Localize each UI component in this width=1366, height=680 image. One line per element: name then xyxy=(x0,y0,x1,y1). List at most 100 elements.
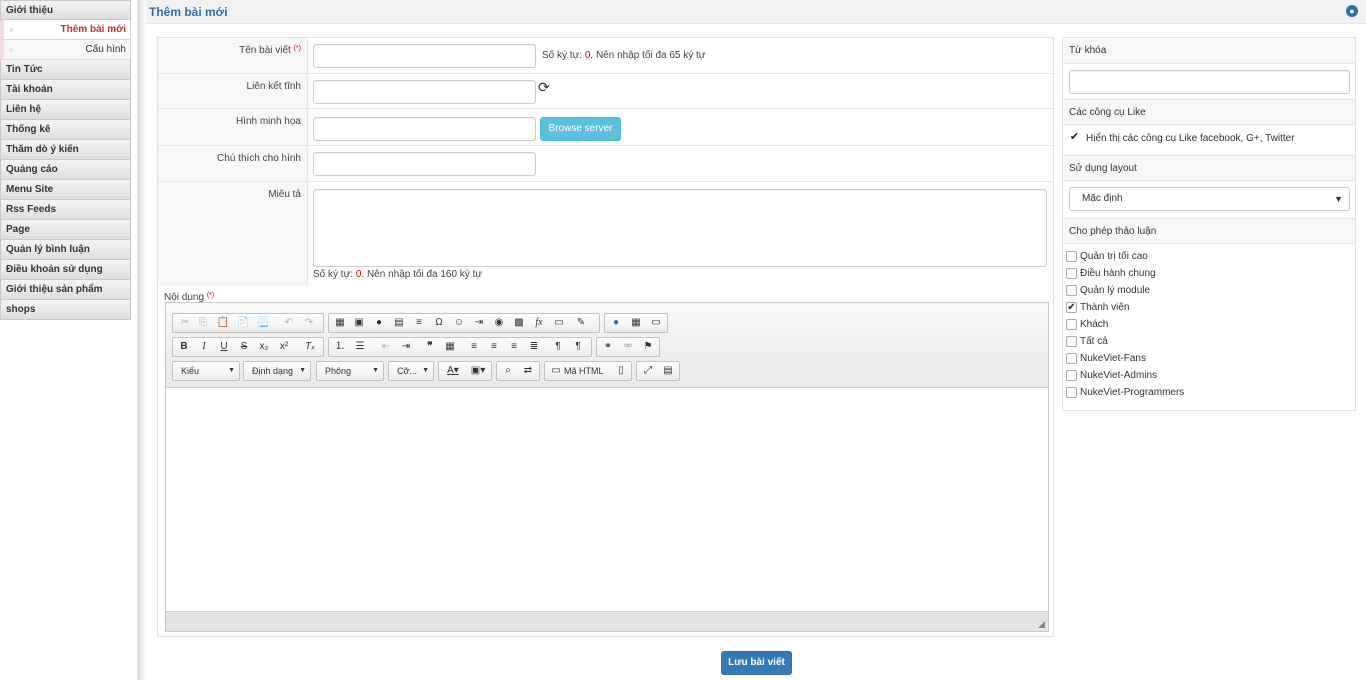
sidebar-subitem-cau-hinh[interactable]: « Cấu hình xyxy=(0,40,131,60)
title-input[interactable] xyxy=(313,44,536,68)
indent-icon[interactable]: ⇥ xyxy=(396,338,416,356)
refresh-icon[interactable]: ⟳ xyxy=(538,79,550,96)
align-left-icon[interactable]: ≡ xyxy=(464,338,484,356)
font-combo[interactable]: Phông ▼ xyxy=(316,361,384,381)
clipboard-group: ✂ ⎘ 📋 📄 📃 ↶ ↷ xyxy=(172,313,324,333)
resize-handle-icon[interactable] xyxy=(1038,621,1045,628)
like-tools-checkbox[interactable]: ✔ xyxy=(1069,132,1080,144)
sidebar-item-binh-luan[interactable]: Quản lý bình luận xyxy=(0,240,131,260)
formula-icon[interactable]: fx xyxy=(529,314,549,332)
bold-icon[interactable]: B xyxy=(174,338,194,356)
styles-combo[interactable]: Kiểu ▼ xyxy=(172,361,240,381)
sidebar-item-rss-feeds[interactable]: Rss Feeds xyxy=(0,200,131,220)
superscript-icon[interactable]: x² xyxy=(274,338,294,356)
replace-icon[interactable]: ⇄ xyxy=(518,362,538,380)
discussion-group-checkbox[interactable] xyxy=(1066,353,1077,364)
globe-icon[interactable]: ● xyxy=(1346,5,1358,17)
italic-icon[interactable]: I xyxy=(194,338,214,356)
youtube-icon[interactable]: ▩ xyxy=(509,314,529,332)
preview-icon[interactable]: ▯ xyxy=(611,362,631,380)
link-icon[interactable]: ⚭ xyxy=(598,338,618,356)
ltr-icon[interactable]: ¶ xyxy=(548,338,568,356)
format-combo[interactable]: Định dạng ▼ xyxy=(243,361,311,381)
outdent-icon[interactable]: ⇤ xyxy=(376,338,396,356)
sidebar-item-menu-site[interactable]: Menu Site xyxy=(0,180,131,200)
media-icon[interactable]: ▦ xyxy=(626,314,646,332)
sidebar-item-shops[interactable]: shops xyxy=(0,300,131,320)
find-icon[interactable]: ⌕ xyxy=(498,362,518,380)
rtl-icon[interactable]: ¶ xyxy=(568,338,588,356)
align-center-icon[interactable]: ≡ xyxy=(484,338,504,356)
paste-icon[interactable]: 📋 xyxy=(213,314,233,332)
text-color-icon[interactable]: A▾ xyxy=(441,362,465,380)
spellcheck-icon[interactable]: ✎ xyxy=(571,314,591,332)
pagebreak-icon[interactable]: ⇥ xyxy=(469,314,489,332)
sidebar-item-tham-do[interactable]: Thăm dò ý kiến xyxy=(0,140,131,160)
browse-server-button[interactable]: Browse server xyxy=(540,117,621,141)
maximize-icon[interactable]: ⤢ xyxy=(638,362,658,380)
undo-icon[interactable]: ↶ xyxy=(279,314,299,332)
remove-format-icon[interactable]: Tₓ xyxy=(300,338,320,356)
sidebar-item-lien-he[interactable]: Liên hệ xyxy=(0,100,131,120)
source-icon[interactable]: ▭ xyxy=(546,362,566,380)
flash-icon[interactable]: ● xyxy=(369,314,389,332)
source-label[interactable]: Mã HTML xyxy=(564,362,604,380)
table-icon[interactable]: ▤ xyxy=(389,314,409,332)
subscript-icon[interactable]: x₂ xyxy=(254,338,274,356)
sidebar-subitem-label: Cấu hình xyxy=(85,44,126,55)
template-icon[interactable]: ▭ xyxy=(549,314,569,332)
save-article-button[interactable]: Lưu bài viết xyxy=(721,651,792,675)
iframe-icon[interactable]: ◉ xyxy=(489,314,509,332)
show-blocks-icon[interactable]: ▤ xyxy=(658,362,678,380)
google-maps-icon[interactable]: ● xyxy=(606,314,626,332)
sidebar-item-dieu-khoan[interactable]: Điều khoản sử dụng xyxy=(0,260,131,280)
font-size-combo[interactable]: Cỡ... ▼ xyxy=(388,361,434,381)
discussion-group-checkbox[interactable] xyxy=(1066,285,1077,296)
align-justify-icon[interactable]: ≣ xyxy=(524,338,544,356)
caption-input[interactable] xyxy=(313,152,536,176)
sidebar-item-tin-tuc[interactable]: Tin Tức xyxy=(0,60,131,80)
discussion-group-checkbox[interactable] xyxy=(1066,268,1077,279)
redo-icon[interactable]: ↷ xyxy=(299,314,319,332)
align-right-icon[interactable]: ≡ xyxy=(504,338,524,356)
sidebar-item-page[interactable]: Page xyxy=(0,220,131,240)
discussion-group-checkbox[interactable] xyxy=(1066,387,1077,398)
layout-select[interactable]: Mặc định ▼ xyxy=(1069,187,1350,211)
sidebar-item-quang-cao[interactable]: Quảng cáo xyxy=(0,160,131,180)
paste-text-icon[interactable]: 📄 xyxy=(233,314,253,332)
editor-content-area[interactable] xyxy=(166,389,1048,612)
bulleted-list-icon[interactable]: ☰ xyxy=(350,338,370,356)
div-container-icon[interactable]: ▦ xyxy=(440,338,460,356)
code-icon[interactable]: ▭ xyxy=(646,314,666,332)
anchor-flag-icon[interactable]: ⚑ xyxy=(638,338,658,356)
discussion-group-checkbox[interactable] xyxy=(1066,370,1077,381)
image-icon[interactable]: ▣ xyxy=(349,314,369,332)
strike-icon[interactable]: S xyxy=(234,338,254,356)
description-textarea[interactable] xyxy=(313,189,1047,267)
sidebar-item-san-pham[interactable]: Giới thiệu sản phẩm xyxy=(0,280,131,300)
discussion-group-checkbox[interactable]: ✔ xyxy=(1066,302,1077,313)
keywords-input[interactable] xyxy=(1069,70,1350,94)
sidebar-item-gioi-thieu[interactable]: Giới thiệu xyxy=(0,0,131,20)
numbered-list-icon[interactable]: ⒈ xyxy=(330,338,350,356)
bg-color-icon[interactable]: ▣▾ xyxy=(466,362,490,380)
sidebar-item-tai-khoan[interactable]: Tài khoản xyxy=(0,80,131,100)
horizontal-line-icon[interactable]: ≡ xyxy=(409,314,429,332)
video-icon[interactable]: ▦ xyxy=(330,314,350,332)
smiley-icon[interactable]: ☺ xyxy=(449,314,469,332)
special-char-icon[interactable]: Ω xyxy=(429,314,449,332)
paste-word-icon[interactable]: 📃 xyxy=(253,314,273,332)
cut-icon[interactable]: ✂ xyxy=(175,314,195,332)
discussion-group-checkbox[interactable] xyxy=(1066,251,1077,262)
sidebar-subitem-them-bai-moi[interactable]: « Thêm bài mới xyxy=(0,20,131,40)
underline-icon[interactable]: U xyxy=(214,338,234,356)
discussion-group-checkbox[interactable] xyxy=(1066,336,1077,347)
discussion-group-checkbox[interactable] xyxy=(1066,319,1077,330)
alias-input[interactable] xyxy=(313,80,536,104)
sidebar-item-thong-ke[interactable]: Thống kê xyxy=(0,120,131,140)
image-input[interactable] xyxy=(313,117,536,141)
blockquote-icon[interactable]: ❞ xyxy=(420,338,440,356)
arrow-icon: « xyxy=(9,45,14,54)
copy-icon[interactable]: ⎘ xyxy=(193,314,213,332)
unlink-icon[interactable]: ⚮ xyxy=(618,338,638,356)
